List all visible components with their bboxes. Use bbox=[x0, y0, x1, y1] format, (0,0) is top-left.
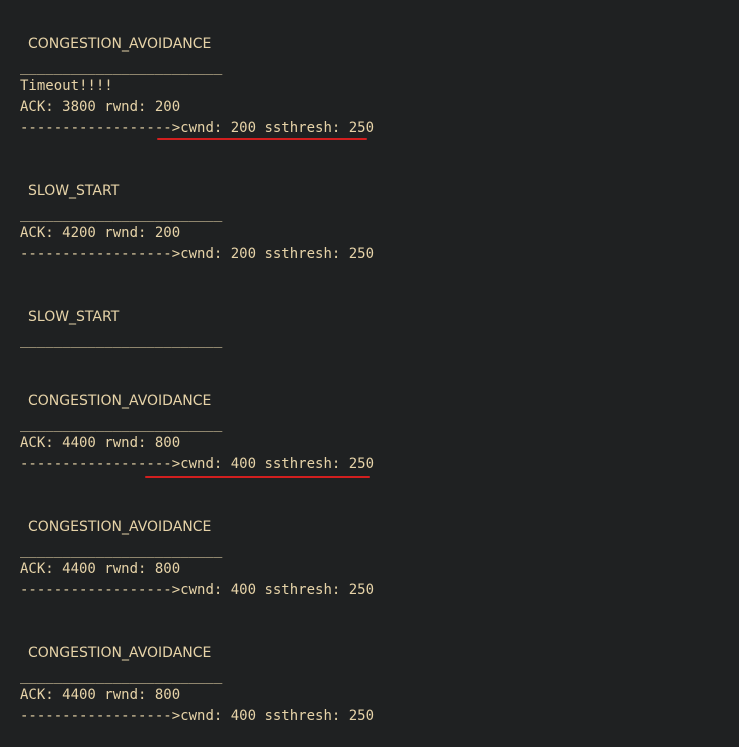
state-label: CONGESTION_AVOIDANCE bbox=[28, 393, 212, 409]
separator-line: ________________________ bbox=[20, 206, 223, 222]
cwnd-result: cwnd: 200 ssthresh: 250 bbox=[180, 120, 375, 136]
arrow: ------------------> bbox=[20, 582, 181, 598]
arrow: ------------------> bbox=[20, 120, 181, 136]
result-line: ------------------>cwnd: 400 ssthresh: 2… bbox=[20, 455, 374, 473]
state-label: SLOW_START bbox=[28, 309, 120, 325]
red-underline-annotation bbox=[157, 138, 367, 140]
red-underline-annotation bbox=[145, 476, 370, 478]
ack-line: ACK: 3800 rwnd: 200 bbox=[20, 99, 181, 115]
state-label: CONGESTION_AVOIDANCE bbox=[28, 519, 212, 535]
state-label: CONGESTION_AVOIDANCE bbox=[28, 36, 212, 52]
result-line: ------------------>cwnd: 400 ssthresh: 2… bbox=[20, 581, 374, 599]
separator-line: ________________________ bbox=[20, 332, 223, 348]
cwnd-result: cwnd: 400 ssthresh: 250 bbox=[180, 582, 375, 598]
separator-line: ________________________ bbox=[20, 416, 223, 432]
cwnd-result: cwnd: 400 ssthresh: 250 bbox=[180, 456, 375, 472]
timeout-message: Timeout!!!! bbox=[20, 78, 113, 94]
result-line: ------------------>cwnd: 400 ssthresh: 2… bbox=[20, 707, 374, 725]
result-line: ------------------>cwnd: 200 ssthresh: 2… bbox=[20, 119, 374, 137]
arrow: ------------------> bbox=[20, 708, 181, 724]
arrow: ------------------> bbox=[20, 246, 181, 262]
console-output: CONGESTION_AVOIDANCE ___________________… bbox=[0, 0, 739, 747]
ack-line: ACK: 4200 rwnd: 200 bbox=[20, 225, 181, 241]
state-label: SLOW_START bbox=[28, 183, 120, 199]
separator-line: ________________________ bbox=[20, 59, 223, 75]
result-line: ------------------>cwnd: 200 ssthresh: 2… bbox=[20, 245, 374, 263]
ack-line: ACK: 4400 rwnd: 800 bbox=[20, 687, 181, 703]
separator-line: ________________________ bbox=[20, 542, 223, 558]
cwnd-result: cwnd: 400 ssthresh: 250 bbox=[180, 708, 375, 724]
ack-line: ACK: 4400 rwnd: 800 bbox=[20, 561, 181, 577]
arrow: ------------------> bbox=[20, 456, 181, 472]
state-label: CONGESTION_AVOIDANCE bbox=[28, 645, 212, 661]
separator-line: ________________________ bbox=[20, 668, 223, 684]
cwnd-result: cwnd: 200 ssthresh: 250 bbox=[180, 246, 375, 262]
ack-line: ACK: 4400 rwnd: 800 bbox=[20, 435, 181, 451]
